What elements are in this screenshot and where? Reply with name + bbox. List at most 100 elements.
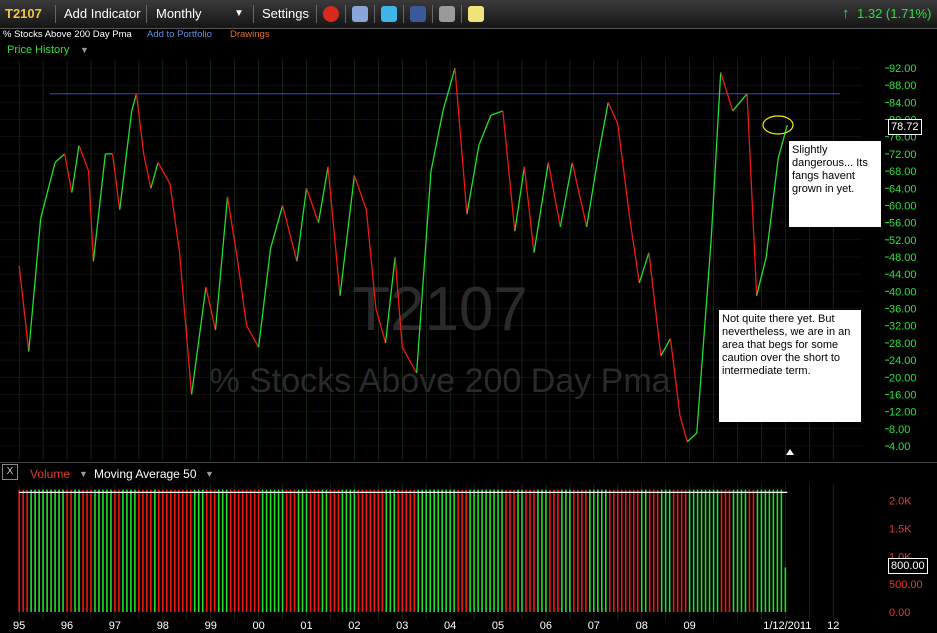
series-segment (28, 218, 42, 352)
series-segment (64, 153, 73, 193)
series-segment (607, 102, 619, 125)
facebook-icon[interactable] (410, 6, 426, 22)
series-segment (135, 93, 145, 154)
x-tick-label: 97 (109, 620, 121, 632)
series-segment (296, 188, 308, 262)
series-segment (157, 162, 171, 185)
x-tick-label: 1/12/2011 (763, 620, 811, 632)
price-history-label[interactable]: Price History (7, 44, 69, 56)
toolbar-separator (403, 5, 404, 23)
settings-button[interactable]: Settings (262, 0, 309, 28)
x-tick-label: 04 (444, 620, 456, 632)
toolbar-separator (146, 5, 147, 23)
y-tick-label: 56.00 (889, 218, 917, 230)
series-segment (71, 145, 80, 193)
moving-average-label[interactable]: Moving Average 50 (94, 467, 197, 481)
layers-icon[interactable] (352, 6, 368, 22)
camera-icon[interactable] (439, 6, 455, 22)
annotation-note[interactable]: Slightly dangerous... Its fangs havent g… (789, 141, 881, 227)
series-segment (226, 196, 238, 258)
series-segment (696, 239, 712, 434)
add-to-portfolio-link[interactable]: Add to Portfolio (147, 28, 212, 42)
series-segment (629, 218, 640, 283)
series-segment (269, 205, 284, 249)
y-tick-label: 24.00 (889, 355, 917, 367)
x-tick-label: 00 (252, 620, 264, 632)
toolbar-separator (345, 5, 346, 23)
series-segment (119, 110, 133, 210)
instrument-name: % Stocks Above 200 Day Pma (3, 29, 132, 40)
series-segment (190, 286, 207, 395)
x-tick-label: 08 (636, 620, 648, 632)
series-segment (257, 248, 272, 348)
series-segment (111, 153, 121, 210)
subheader: % Stocks Above 200 Day Pma Add to Portfo… (0, 28, 937, 42)
y-tick-label: 12.00 (889, 407, 917, 419)
series-segment (597, 102, 609, 155)
x-tick-label: 05 (492, 620, 504, 632)
x-tick-label: 03 (396, 620, 408, 632)
y-tick-label: 84.00 (889, 97, 917, 109)
toolbar-separator (253, 5, 254, 23)
series-segment (466, 145, 480, 215)
volume-tick-label: 2.0K (889, 496, 912, 508)
toolbar-separator (316, 5, 317, 23)
series-segment (150, 162, 159, 189)
x-tick-label: 99 (205, 620, 217, 632)
y-tick-label: 68.00 (889, 166, 917, 178)
y-tick-label: 8.00 (889, 424, 910, 436)
close-panel-button[interactable]: X (2, 464, 18, 480)
x-tick-label: 09 (683, 620, 695, 632)
series-segment (353, 175, 367, 210)
add-indicator-button[interactable]: Add Indicator (64, 0, 141, 28)
series-segment (710, 72, 722, 240)
series-segment (54, 153, 66, 163)
x-tick-label: 12 (827, 620, 839, 632)
y-tick-label: 52.00 (889, 235, 917, 247)
series-segment (246, 325, 260, 348)
series-segment (746, 93, 758, 296)
x-tick-label: 06 (540, 620, 552, 632)
alarm-clock-icon[interactable] (323, 6, 339, 22)
series-segment (686, 432, 698, 443)
y-tick-label: 40.00 (889, 286, 917, 298)
period-select[interactable]: Monthly (156, 0, 202, 28)
chevron-down-icon[interactable]: ▼ (205, 469, 214, 479)
series-segment (327, 166, 341, 296)
volume-tick-label: 500.00 (889, 579, 923, 591)
volume-label[interactable]: Volume (30, 467, 70, 481)
watermark-symbol: T2107 (352, 275, 528, 344)
series-segment (169, 183, 181, 253)
toolbar-separator (55, 5, 56, 23)
y-tick-label: 48.00 (889, 252, 917, 264)
series-segment (78, 145, 90, 172)
series-segment (430, 110, 444, 172)
y-tick-label: 16.00 (889, 389, 917, 401)
series-segment (648, 252, 662, 356)
series-segment (765, 158, 779, 258)
series-segment (92, 153, 107, 262)
y-tick-label: 92.00 (889, 63, 917, 75)
y-tick-label: 72.00 (889, 149, 917, 161)
arrow-up-icon: ↑ (842, 5, 850, 22)
chevron-down-icon[interactable]: ▼ (79, 469, 88, 479)
chevron-down-icon[interactable]: ▼ (80, 45, 89, 55)
chevron-down-icon[interactable]: ▼ (234, 0, 244, 28)
y-tick-label: 88.00 (889, 80, 917, 92)
symbol-label[interactable]: T2107 (5, 0, 42, 28)
toolbar: T2107 Add Indicator Monthly ▼ Settings ↑… (0, 0, 937, 29)
x-tick-label: 07 (588, 620, 600, 632)
volume-value-badge: 800.00 (888, 558, 928, 574)
volume-chart: 2.0K1.5K1.0K500.000.00 95969798990001020… (13, 484, 923, 632)
y-tick-label: 4.00 (889, 441, 910, 453)
drawings-link[interactable]: Drawings (230, 28, 270, 42)
series-segment (547, 162, 561, 228)
annotation-note[interactable]: Not quite there yet. But nevertheless, w… (719, 310, 861, 422)
x-tick-label: 01 (300, 620, 312, 632)
y-tick-label: 44.00 (889, 269, 917, 281)
sticky-note-icon[interactable] (468, 6, 484, 22)
twitter-icon[interactable] (381, 6, 397, 22)
volume-tick-label: 1.5K (889, 524, 912, 536)
toolbar-separator (374, 5, 375, 23)
series-segment (571, 162, 588, 228)
